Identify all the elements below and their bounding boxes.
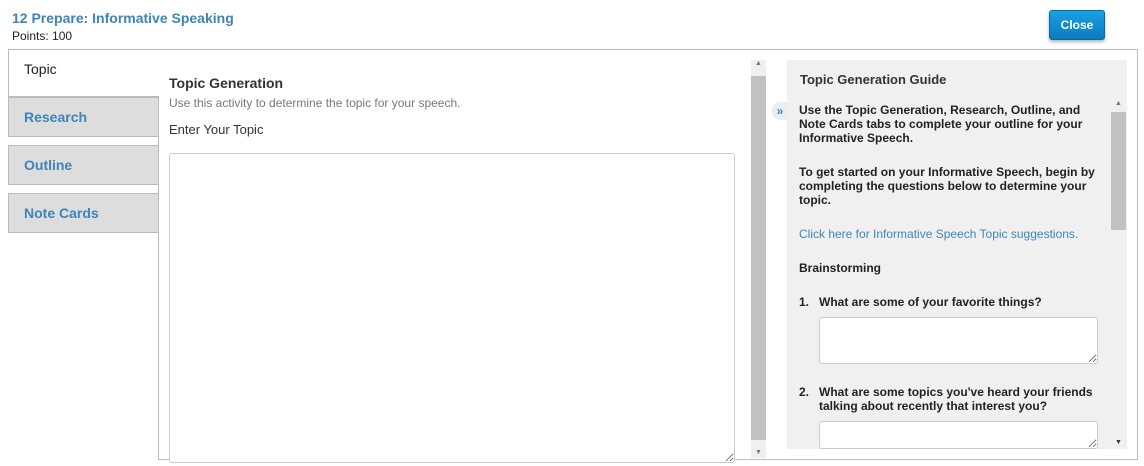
points-label: Points: 100	[12, 29, 73, 43]
guide-scrollbar[interactable]: ▲ ▼	[1111, 100, 1126, 446]
expand-chevron-icon[interactable]: »	[772, 102, 788, 120]
topic-input-label: Enter Your Topic	[169, 122, 264, 137]
section-description: Use this activity to determine the topic…	[169, 96, 461, 110]
question-number: 1.	[799, 295, 810, 309]
scrollbar-thumb[interactable]	[751, 76, 766, 440]
tab-research[interactable]: Research	[8, 97, 159, 137]
scroll-up-icon[interactable]: ▲	[751, 60, 766, 67]
close-button[interactable]: Close	[1049, 10, 1105, 40]
scroll-down-icon[interactable]: ▼	[751, 449, 766, 456]
question-number: 2.	[799, 385, 810, 399]
answer-input[interactable]	[819, 317, 1098, 364]
question-text: What are some of your favorite things?	[819, 295, 1042, 309]
topic-input[interactable]	[169, 153, 735, 463]
guide-intro: Use the Topic Generation, Research, Outl…	[799, 103, 1083, 145]
topic-suggestions-link[interactable]: Click here for Informative Speech Topic …	[799, 227, 1078, 241]
question-text: What are some topics you've heard your f…	[819, 385, 1093, 413]
brainstorming-heading: Brainstorming	[799, 261, 882, 275]
tab-outline[interactable]: Outline	[8, 145, 159, 185]
scrollbar-thumb[interactable]	[1111, 112, 1126, 230]
tab-note-cards[interactable]: Note Cards	[8, 193, 159, 233]
guide-title: Topic Generation Guide	[800, 72, 947, 87]
scroll-up-icon[interactable]: ▲	[1111, 100, 1126, 107]
section-title: Topic Generation	[169, 75, 284, 91]
tab-topic[interactable]: Topic	[8, 49, 159, 97]
main-scrollbar[interactable]: ▲ ▼	[751, 60, 766, 458]
guide-instructions: To get started on your Informative Speec…	[799, 165, 1095, 207]
scroll-down-icon[interactable]: ▼	[1111, 439, 1126, 446]
assignment-title: 12 Prepare: Informative Speaking	[12, 10, 234, 26]
answer-input[interactable]	[819, 421, 1098, 449]
